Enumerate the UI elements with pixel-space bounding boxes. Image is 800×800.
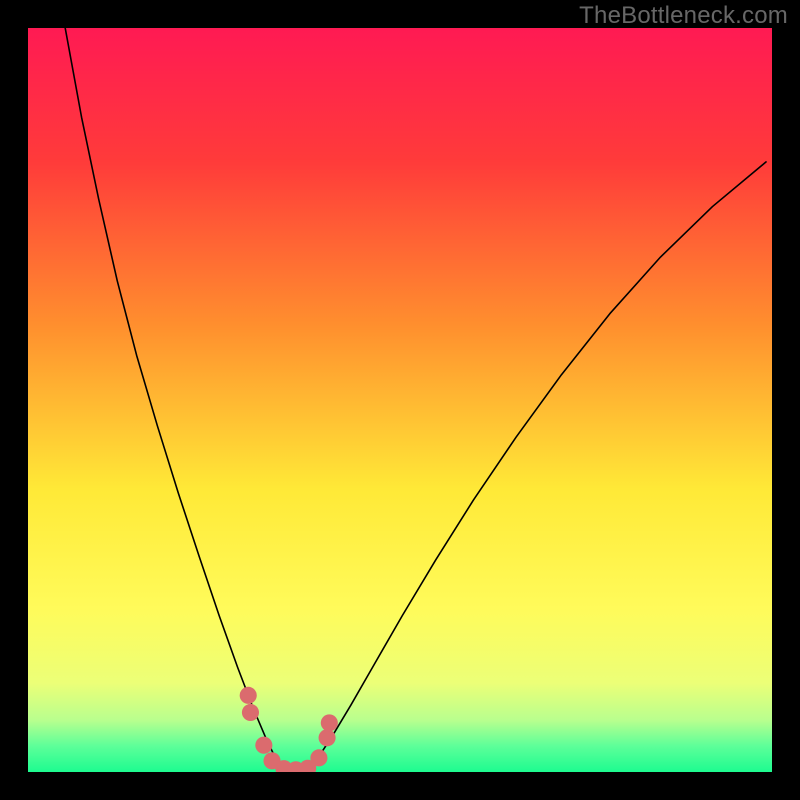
plot-container (28, 28, 772, 772)
gradient-bg (28, 28, 772, 772)
chart-frame: TheBottleneck.com (0, 0, 800, 800)
watermark-text: TheBottleneck.com (579, 2, 788, 30)
valley-dot (242, 704, 259, 721)
valley-dot (310, 749, 327, 766)
valley-dot (255, 737, 272, 754)
valley-dot (321, 714, 338, 731)
valley-dot (240, 687, 257, 704)
chart-svg (28, 28, 772, 772)
valley-dot (319, 729, 336, 746)
